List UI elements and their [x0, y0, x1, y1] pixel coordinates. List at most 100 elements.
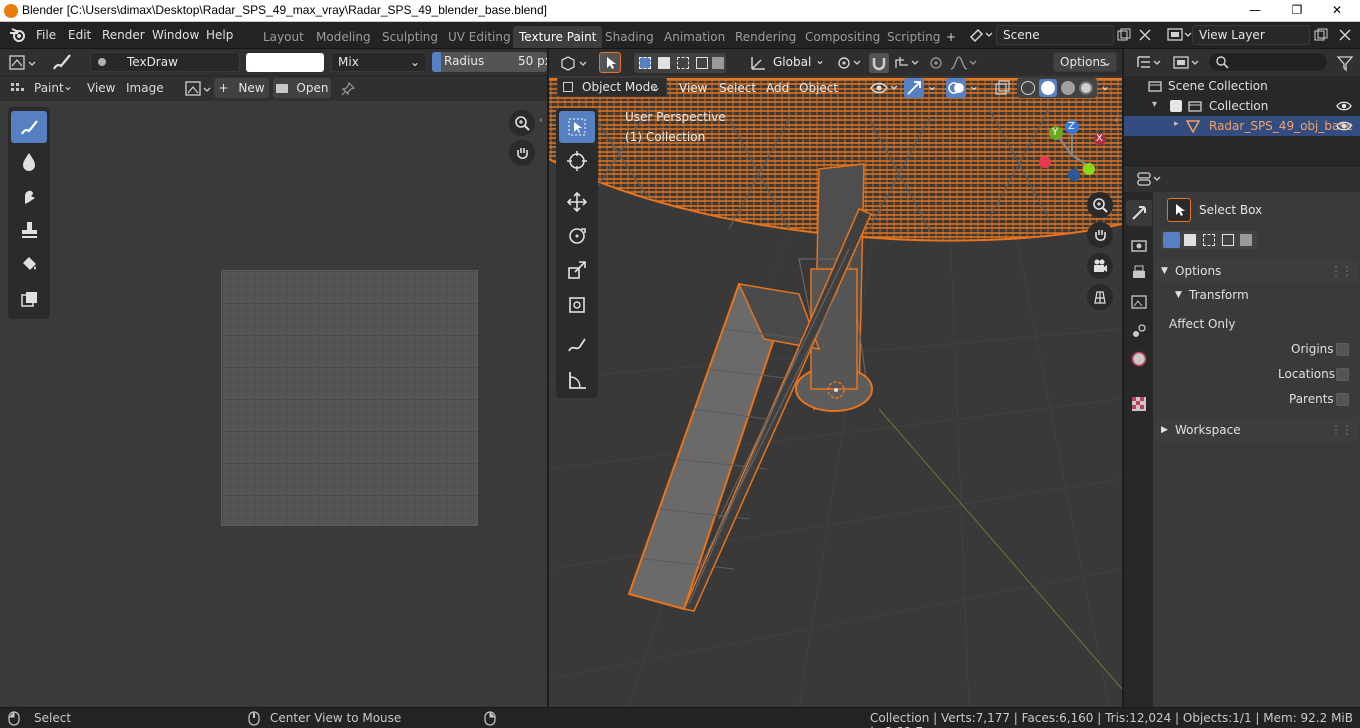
- outliner-search-input[interactable]: [1208, 52, 1328, 72]
- mask-tool-button[interactable]: [11, 283, 47, 315]
- menu-add[interactable]: Add: [766, 81, 789, 95]
- tab-compositing[interactable]: Compositing: [799, 26, 886, 48]
- tab-animation[interactable]: Animation: [658, 26, 731, 48]
- menu-select[interactable]: Select: [719, 81, 756, 95]
- draw-tool-button[interactable]: [11, 111, 47, 143]
- proportional-edit-icon[interactable]: [929, 54, 943, 72]
- add-workspace-button[interactable]: +: [940, 26, 962, 48]
- select-box-tool-button[interactable]: [559, 111, 595, 143]
- rendered-shading-icon[interactable]: [1079, 81, 1093, 95]
- view-layer-image-icon[interactable]: [1130, 293, 1148, 311]
- falloff-icon[interactable]: [949, 54, 979, 72]
- xray-toggle-icon[interactable]: [995, 80, 1011, 96]
- transform-subpanel-header[interactable]: ▼ Transform: [1155, 284, 1358, 308]
- blender-menu-icon[interactable]: [9, 27, 27, 43]
- rotate-tool-button[interactable]: [559, 220, 595, 252]
- select-intersect-icon[interactable]: [1240, 234, 1252, 246]
- options-panel-header[interactable]: ▼ Options ⋮⋮: [1155, 259, 1358, 283]
- render-camera-icon[interactable]: [1130, 236, 1148, 254]
- outliner-row-scene-collection[interactable]: Scene Collection: [1124, 76, 1360, 96]
- measure-tool-button[interactable]: [559, 364, 595, 396]
- outliner-row-collection[interactable]: ▾ Collection: [1124, 96, 1360, 116]
- select-new-icon[interactable]: [1163, 232, 1180, 248]
- delete-view-layer-icon[interactable]: [1338, 28, 1352, 42]
- zoom-icon[interactable]: [509, 110, 535, 136]
- overlays-toggle[interactable]: [946, 78, 966, 98]
- blend-mode-select[interactable]: Mix ⌄: [331, 52, 427, 72]
- pivot-point-icon[interactable]: [836, 54, 864, 72]
- menu-file[interactable]: File: [36, 28, 56, 42]
- tab-scripting[interactable]: Scripting: [881, 26, 946, 48]
- scene-selector-icon[interactable]: [968, 27, 994, 43]
- selection-mode-group[interactable]: [634, 53, 726, 73]
- pan-hand-icon[interactable]: [509, 140, 535, 166]
- drag-handle-icon[interactable]: ⋮⋮: [1330, 418, 1353, 442]
- editor-type-icon[interactable]: [8, 54, 38, 72]
- tab-shading[interactable]: Shading: [599, 26, 660, 48]
- active-tool-icon[interactable]: [1167, 198, 1191, 222]
- select-invert-icon[interactable]: [1222, 234, 1234, 246]
- snap-target-icon[interactable]: [893, 54, 921, 72]
- editor-type-icon[interactable]: [559, 54, 589, 72]
- gizmo-toggle[interactable]: [904, 78, 924, 98]
- snap-toggle[interactable]: [869, 53, 889, 73]
- pin-icon[interactable]: [340, 81, 356, 97]
- paint-mode-select[interactable]: Paint: [34, 81, 64, 95]
- radius-slider[interactable]: Radius 50 px: [432, 52, 547, 72]
- new-image-button[interactable]: + New: [214, 78, 269, 98]
- menu-image[interactable]: Image: [126, 81, 164, 95]
- locations-checkbox[interactable]: [1336, 368, 1349, 381]
- select-intersect-icon[interactable]: [712, 57, 724, 69]
- smear-tool-button[interactable]: [11, 180, 47, 212]
- view-layer-icon[interactable]: [1166, 26, 1192, 44]
- workspace-panel-header[interactable]: ▶ Workspace ⋮⋮: [1155, 418, 1358, 442]
- world-globe-icon[interactable]: [1130, 350, 1148, 368]
- eye-icon[interactable]: [1336, 119, 1352, 133]
- menu-view[interactable]: View: [87, 81, 115, 95]
- drag-handle-icon[interactable]: ⋮⋮: [1330, 259, 1353, 283]
- select-new-icon[interactable]: [639, 57, 651, 69]
- object-mode-select[interactable]: Object Mode ⌄: [557, 77, 667, 97]
- viewport-pan-hand-icon[interactable]: [1087, 222, 1113, 248]
- display-mode-icon[interactable]: [1172, 54, 1202, 72]
- gizmo-x-axis[interactable]: [1039, 156, 1051, 168]
- sidebar-collapse-icon[interactable]: ‹: [539, 115, 547, 129]
- tab-sculpting[interactable]: Sculpting: [376, 26, 444, 48]
- brush-name-field[interactable]: TexDraw: [90, 52, 240, 72]
- menu-edit[interactable]: Edit: [68, 28, 91, 42]
- brush-color-swatch[interactable]: [246, 53, 324, 72]
- cursor-tool-button[interactable]: [559, 145, 595, 177]
- gizmo-y-neg-axis[interactable]: [1083, 163, 1095, 175]
- minimize-button[interactable]: —: [1240, 0, 1270, 20]
- filter-icon[interactable]: [1336, 54, 1354, 72]
- ortho-grid-icon[interactable]: [1087, 284, 1113, 310]
- brush-tool-icon[interactable]: [50, 52, 72, 72]
- transform-tool-button[interactable]: [559, 289, 595, 321]
- viewport-options-button[interactable]: Options ⌄: [1053, 52, 1117, 72]
- chevron-down-icon[interactable]: ⌄: [1100, 79, 1110, 93]
- gizmo-z-neg-axis[interactable]: [1068, 169, 1080, 181]
- disclosure-triangle-icon[interactable]: ▸: [1174, 119, 1179, 129]
- tab-layout[interactable]: Layout: [257, 26, 310, 48]
- menu-help[interactable]: Help: [206, 28, 233, 42]
- image-canvas[interactable]: [221, 270, 478, 526]
- output-printer-icon[interactable]: [1130, 264, 1148, 282]
- menu-window[interactable]: Window: [152, 28, 199, 42]
- outliner-editor-icon[interactable]: [1136, 54, 1164, 72]
- material-shading-icon[interactable]: [1061, 81, 1075, 95]
- close-button[interactable]: ✕: [1322, 0, 1352, 20]
- new-scene-icon[interactable]: [1117, 28, 1131, 42]
- select-subtract-icon[interactable]: [677, 57, 689, 69]
- navigation-gizmo[interactable]: [1030, 115, 1120, 195]
- restore-button[interactable]: ❐: [1282, 0, 1312, 20]
- texture-checker-icon[interactable]: [1130, 395, 1148, 413]
- view-layer-field[interactable]: View Layer: [1192, 25, 1310, 45]
- image-browse-icon[interactable]: [184, 80, 212, 98]
- select-subtract-icon[interactable]: [1203, 234, 1215, 246]
- fill-tool-button[interactable]: [11, 248, 47, 280]
- chevron-down-icon[interactable]: ⌄: [969, 79, 979, 93]
- annotate-tool-button[interactable]: [559, 330, 595, 362]
- soften-tool-button[interactable]: [11, 145, 47, 177]
- viewport-sidebar-icon[interactable]: ‹: [1114, 115, 1122, 129]
- eye-icon[interactable]: [1336, 99, 1352, 113]
